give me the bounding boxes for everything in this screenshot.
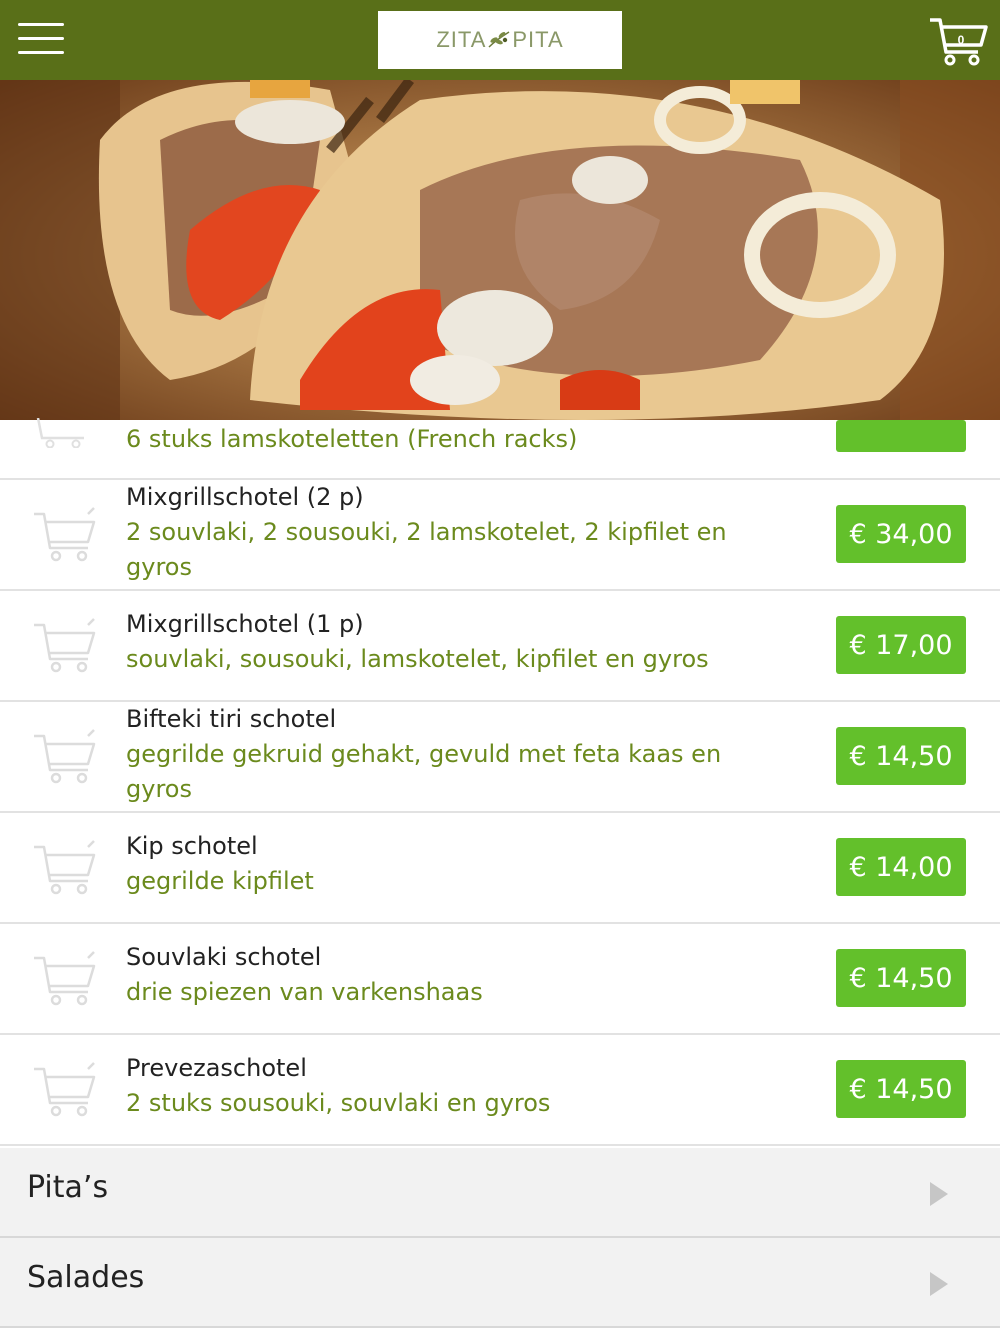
price-button[interactable]: € 17,00 xyxy=(836,616,966,674)
price-button[interactable]: € 14,50 xyxy=(836,1060,966,1118)
menu-item-name: Kip schotel xyxy=(126,832,258,860)
arrow-right-icon xyxy=(930,1182,948,1206)
add-to-cart-icon[interactable] xyxy=(32,950,98,1008)
menu-item-description: 2 stuks sousouki, souvlaki en gyros xyxy=(126,1089,551,1117)
add-to-cart-icon[interactable] xyxy=(32,1061,98,1119)
menu-item-description: 6 stuks lamskoteletten (French racks) xyxy=(126,425,578,453)
price-label: € 17,00 xyxy=(849,629,953,661)
menu-item: Prevezaschotel 2 stuks sousouki, souvlak… xyxy=(0,1035,1000,1146)
arrow-right-icon xyxy=(930,1272,948,1296)
menu-item-list: 6 stuks lamskoteletten (French racks) Mi… xyxy=(0,418,1000,1146)
logo-text-pita: PITA xyxy=(512,27,564,52)
hero-image xyxy=(0,80,1000,432)
menu-item: Mixgrillschotel (2 p) 2 souvlaki, 2 sous… xyxy=(0,480,1000,591)
olive-branch-icon xyxy=(488,31,510,48)
menu-item: 6 stuks lamskoteletten (French racks) xyxy=(0,418,1000,480)
menu-item-description: 2 souvlaki, 2 sousouki, 2 lamskotelet, 2… xyxy=(126,518,727,581)
price-button[interactable] xyxy=(836,420,966,452)
menu-item: Mixgrillschotel (1 p) souvlaki, sousouki… xyxy=(0,591,1000,702)
add-to-cart-icon[interactable] xyxy=(32,617,98,675)
price-label: € 14,50 xyxy=(849,740,953,772)
price-button[interactable]: € 14,00 xyxy=(836,838,966,896)
add-to-cart-icon[interactable] xyxy=(32,728,98,786)
gyros-pita-illustration xyxy=(0,80,1000,432)
menu-item-description: souvlaki, sousouki, lamskotelet, kipfile… xyxy=(126,645,709,673)
cart-count-badge: 0 xyxy=(957,33,965,47)
app-header: ZITA PITA 0 xyxy=(0,0,1000,80)
menu-item: Kip schotel gegrilde kipfilet € 14,00 xyxy=(0,813,1000,924)
menu-item-description: drie spiezen van varkenshaas xyxy=(126,978,483,1006)
price-label: € 14,00 xyxy=(849,851,953,883)
logo[interactable]: ZITA PITA xyxy=(378,11,622,69)
menu-item-text: Souvlaki schotel drie spiezen van varken… xyxy=(126,940,766,1010)
menu-item-text: 6 stuks lamskoteletten (French racks) xyxy=(126,422,766,457)
menu-item-description: gegrilde gekruid gehakt, gevuld met feta… xyxy=(126,740,722,803)
menu-item-name: Bifteki tiri schotel xyxy=(126,705,337,733)
menu-item-name: Prevezaschotel xyxy=(126,1054,307,1082)
hamburger-menu-icon[interactable] xyxy=(18,23,64,57)
menu-item-name: Souvlaki schotel xyxy=(126,943,322,971)
price-label: € 34,00 xyxy=(849,518,953,550)
price-button[interactable]: € 34,00 xyxy=(836,505,966,563)
menu-item-description: gegrilde kipfilet xyxy=(126,867,314,895)
menu-item-text: Kip schotel gegrilde kipfilet xyxy=(126,829,766,899)
menu-item-text: Mixgrillschotel (1 p) souvlaki, sousouki… xyxy=(126,607,766,677)
price-button[interactable]: € 14,50 xyxy=(836,949,966,1007)
category-pitas[interactable]: Pita’s xyxy=(0,1148,1000,1238)
menu-item-text: Mixgrillschotel (2 p) 2 souvlaki, 2 sous… xyxy=(126,480,766,585)
menu-item: Bifteki tiri schotel gegrilde gekruid ge… xyxy=(0,702,1000,813)
shopping-cart-button[interactable]: 0 xyxy=(928,14,990,68)
category-salades[interactable]: Salades xyxy=(0,1238,1000,1328)
price-button[interactable]: € 14,50 xyxy=(836,727,966,785)
category-label: Salades xyxy=(27,1260,145,1295)
add-to-cart-icon[interactable] xyxy=(32,839,98,897)
menu-item-name: Mixgrillschotel (2 p) xyxy=(126,483,364,511)
menu-item-name: Mixgrillschotel (1 p) xyxy=(126,610,364,638)
menu-item-text: Bifteki tiri schotel gegrilde gekruid ge… xyxy=(126,702,766,807)
menu-item-text: Prevezaschotel 2 stuks sousouki, souvlak… xyxy=(126,1051,766,1121)
category-label: Pita’s xyxy=(27,1170,109,1205)
menu-item: Souvlaki schotel drie spiezen van varken… xyxy=(0,924,1000,1035)
price-label: € 14,50 xyxy=(849,1073,953,1105)
add-to-cart-icon[interactable] xyxy=(32,418,98,448)
price-label: € 14,50 xyxy=(849,962,953,994)
logo-text-zita: ZITA xyxy=(436,27,487,52)
add-to-cart-icon[interactable] xyxy=(32,506,98,564)
